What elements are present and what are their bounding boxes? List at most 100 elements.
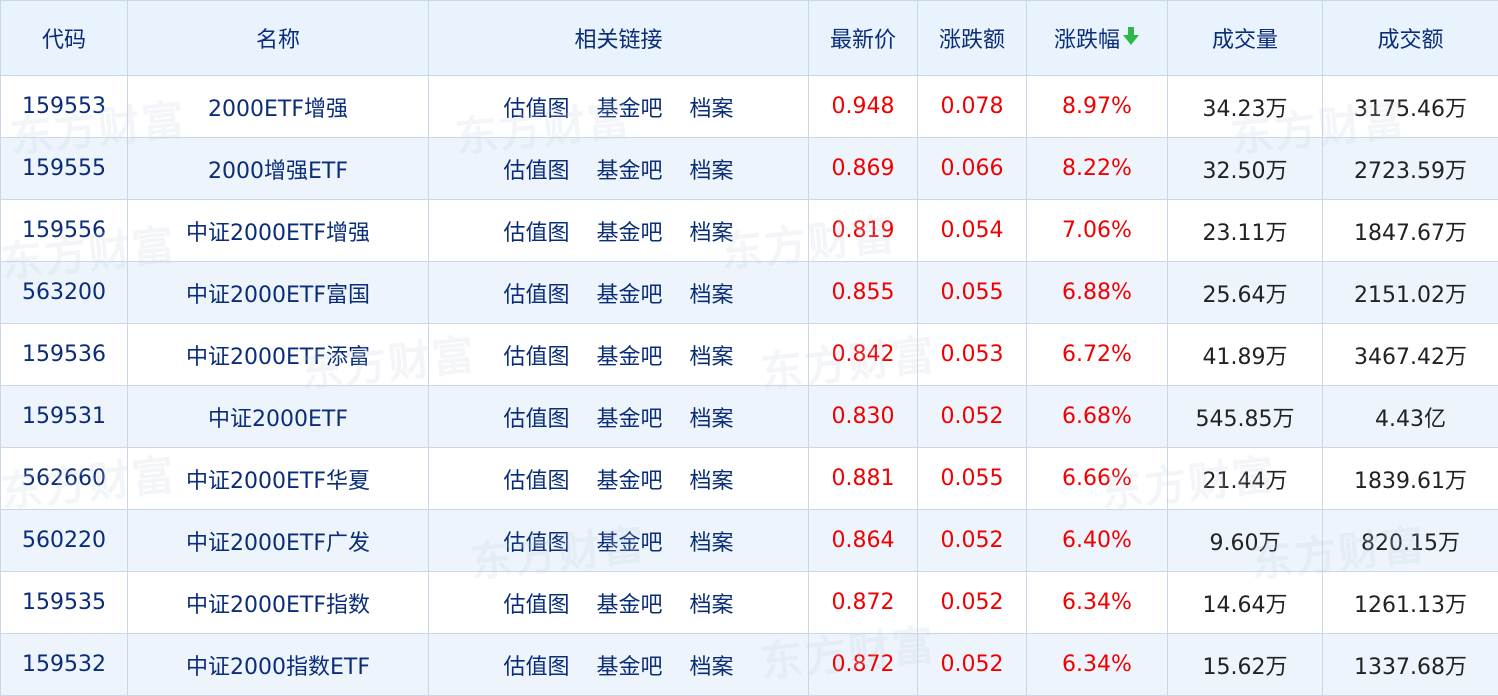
valuation-chart-link[interactable]: 估值图 (503, 463, 569, 495)
fund-forum-link[interactable]: 基金吧 (596, 277, 662, 309)
fund-name-link[interactable]: 2000增强ETF (127, 137, 429, 200)
fund-code-link[interactable]: 560220 (0, 509, 128, 572)
fund-forum-link[interactable]: 基金吧 (596, 401, 662, 433)
fund-code-link[interactable]: 159531 (0, 385, 128, 448)
header-links: 相关链接 (428, 0, 809, 76)
header-name[interactable]: 名称 (127, 0, 429, 76)
fund-code-link[interactable]: 159536 (0, 323, 128, 386)
trade-volume: 14.64万 (1167, 571, 1323, 634)
fund-name-link[interactable]: 2000ETF增强 (127, 75, 429, 138)
cell-name-text: 中证2000ETF指数 (186, 592, 370, 618)
fund-name-link[interactable]: 中证2000指数ETF (127, 633, 429, 696)
cell-name-text: 中证2000ETF添富 (186, 344, 370, 370)
trade-turnover: 1847.67万 (1322, 199, 1498, 262)
fund-forum-link[interactable]: 基金吧 (596, 525, 662, 557)
fund-name-link[interactable]: 中证2000ETF (127, 385, 429, 448)
cell-change-text: 0.052 (940, 528, 1004, 553)
table-row: 159553 2000ETF增强 估值图 基金吧 档案 0.948 0.078 … (0, 75, 1498, 138)
fund-code-link[interactable]: 159555 (0, 137, 128, 200)
cell-change-pct-text: 6.34% (1062, 590, 1132, 615)
trade-turnover: 2723.59万 (1322, 137, 1498, 200)
price-change-pct: 6.68% (1026, 385, 1168, 448)
valuation-chart-link[interactable]: 估值图 (503, 277, 569, 309)
cell-code-text: 159553 (22, 94, 106, 119)
fund-profile-link[interactable]: 档案 (690, 649, 734, 681)
related-links-cell: 估值图 基金吧 档案 (428, 137, 809, 200)
fund-code-link[interactable]: 562660 (0, 447, 128, 510)
valuation-chart-link[interactable]: 估值图 (503, 587, 569, 619)
valuation-chart-link[interactable]: 估值图 (503, 91, 569, 123)
header-turnover[interactable]: 成交额 (1322, 0, 1498, 76)
cell-change-pct-text: 6.88% (1062, 280, 1132, 305)
price-change: 0.052 (917, 571, 1027, 634)
fund-profile-link[interactable]: 档案 (690, 153, 734, 185)
header-volume-label: 成交量 (1211, 28, 1278, 53)
fund-profile-link[interactable]: 档案 (690, 339, 734, 371)
fund-forum-link[interactable]: 基金吧 (596, 339, 662, 371)
header-change[interactable]: 涨跌额 (917, 0, 1027, 76)
related-links-cell: 估值图 基金吧 档案 (428, 261, 809, 324)
valuation-chart-link[interactable]: 估值图 (503, 525, 569, 557)
fund-forum-link[interactable]: 基金吧 (596, 649, 662, 681)
related-links-cell: 估值图 基金吧 档案 (428, 199, 809, 262)
header-name-label: 名称 (255, 28, 300, 53)
fund-profile-link[interactable]: 档案 (690, 463, 734, 495)
table-row: 562660 中证2000ETF华夏 估值图 基金吧 档案 0.881 0.05… (0, 447, 1498, 510)
fund-name-link[interactable]: 中证2000ETF增强 (127, 199, 429, 262)
cell-turnover-text: 2151.02万 (1354, 282, 1467, 308)
fund-forum-link[interactable]: 基金吧 (596, 215, 662, 247)
header-change-pct[interactable]: 涨跌幅 (1026, 0, 1168, 76)
fund-code-link[interactable]: 159532 (0, 633, 128, 696)
cell-volume-text: 14.64万 (1202, 592, 1288, 618)
fund-code-link[interactable]: 159553 (0, 75, 128, 138)
header-volume[interactable]: 成交量 (1167, 0, 1323, 76)
fund-name-link[interactable]: 中证2000ETF广发 (127, 509, 429, 572)
fund-profile-link[interactable]: 档案 (690, 525, 734, 557)
latest-price: 0.948 (808, 75, 918, 138)
trade-turnover: 2151.02万 (1322, 261, 1498, 324)
fund-name-link[interactable]: 中证2000ETF添富 (127, 323, 429, 386)
cell-price-text: 0.872 (831, 590, 895, 615)
price-change: 0.055 (917, 447, 1027, 510)
related-links-cell: 估值图 基金吧 档案 (428, 75, 809, 138)
header-code[interactable]: 代码 (0, 0, 128, 76)
cell-name-text: 2000增强ETF (208, 158, 348, 184)
fund-profile-link[interactable]: 档案 (690, 215, 734, 247)
price-change-pct: 7.06% (1026, 199, 1168, 262)
latest-price: 0.864 (808, 509, 918, 572)
fund-profile-link[interactable]: 档案 (690, 277, 734, 309)
related-links-cell: 估值图 基金吧 档案 (428, 447, 809, 510)
fund-profile-link[interactable]: 档案 (690, 401, 734, 433)
cell-price-text: 0.864 (831, 528, 895, 553)
cell-volume-text: 34.23万 (1202, 96, 1288, 122)
fund-profile-link[interactable]: 档案 (690, 91, 734, 123)
cell-turnover-text: 3467.42万 (1354, 344, 1467, 370)
cell-price-text: 0.830 (831, 404, 895, 429)
valuation-chart-link[interactable]: 估值图 (503, 339, 569, 371)
header-turnover-label: 成交额 (1377, 28, 1444, 53)
cell-price-text: 0.872 (831, 652, 895, 677)
header-price[interactable]: 最新价 (808, 0, 918, 76)
table-row: 159556 中证2000ETF增强 估值图 基金吧 档案 0.819 0.05… (0, 199, 1498, 262)
fund-forum-link[interactable]: 基金吧 (596, 463, 662, 495)
fund-profile-link[interactable]: 档案 (690, 587, 734, 619)
cell-change-pct-text: 6.34% (1062, 652, 1132, 677)
fund-forum-link[interactable]: 基金吧 (596, 587, 662, 619)
fund-name-link[interactable]: 中证2000ETF华夏 (127, 447, 429, 510)
valuation-chart-link[interactable]: 估值图 (503, 215, 569, 247)
fund-name-link[interactable]: 中证2000ETF富国 (127, 261, 429, 324)
cell-code-text: 562660 (22, 466, 106, 491)
cell-code-text: 159535 (22, 590, 106, 615)
trade-volume: 23.11万 (1167, 199, 1323, 262)
fund-code-link[interactable]: 159556 (0, 199, 128, 262)
cell-change-text: 0.054 (940, 218, 1004, 243)
fund-code-link[interactable]: 563200 (0, 261, 128, 324)
fund-name-link[interactable]: 中证2000ETF指数 (127, 571, 429, 634)
valuation-chart-link[interactable]: 估值图 (503, 153, 569, 185)
valuation-chart-link[interactable]: 估值图 (503, 649, 569, 681)
fund-code-link[interactable]: 159535 (0, 571, 128, 634)
valuation-chart-link[interactable]: 估值图 (503, 401, 569, 433)
cell-volume-text: 21.44万 (1202, 468, 1288, 494)
fund-forum-link[interactable]: 基金吧 (596, 153, 662, 185)
fund-forum-link[interactable]: 基金吧 (596, 91, 662, 123)
